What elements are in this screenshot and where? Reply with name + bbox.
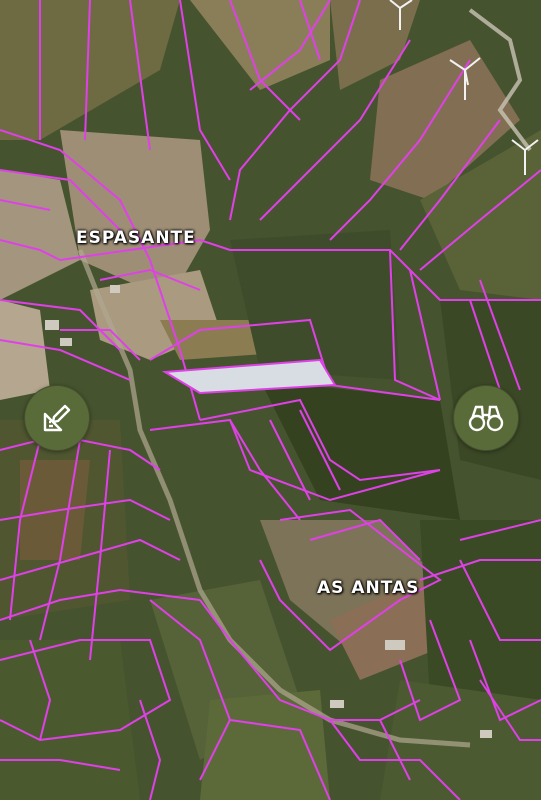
ruler-pencil-icon	[43, 404, 71, 432]
satellite-map[interactable]: ESPASANTE AS ANTAS	[0, 0, 541, 800]
place-label-as-antas: AS ANTAS	[317, 578, 420, 598]
binoculars-button[interactable]	[453, 385, 519, 451]
measure-button[interactable]	[24, 385, 90, 451]
place-label-espasante: ESPASANTE	[76, 228, 196, 248]
binoculars-icon	[468, 405, 504, 432]
